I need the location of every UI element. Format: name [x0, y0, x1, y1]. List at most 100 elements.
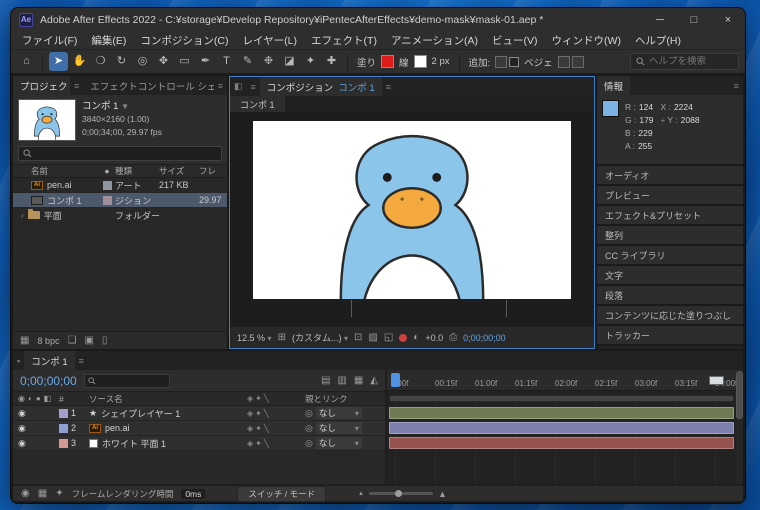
panel-tracker[interactable]: トラッカー — [597, 326, 743, 344]
menu-item-file[interactable]: ファイル(F) — [15, 33, 84, 48]
track-lanes[interactable] — [387, 391, 736, 484]
show-channel-icon[interactable] — [399, 334, 407, 342]
composition-canvas[interactable] — [253, 121, 571, 299]
panel-menu-icon[interactable]: ≡ — [75, 356, 88, 366]
project-row-folder[interactable]: ›平面 フォルダー — [13, 208, 227, 223]
layer-switches[interactable]: ◈✦╲ — [247, 439, 305, 448]
menu-item-layer[interactable]: レイヤー(L) — [236, 33, 305, 48]
new-composition-icon[interactable]: ▣ — [84, 335, 93, 346]
roto-brush-tool-icon[interactable]: ✦ — [301, 52, 320, 71]
menu-item-view[interactable]: ビュー(V) — [485, 33, 545, 48]
mask-option-icon[interactable] — [558, 56, 570, 68]
label-color-chip[interactable] — [103, 181, 112, 190]
panel-menu-icon[interactable]: ≡ — [730, 81, 743, 91]
project-row-comp-1[interactable]: コンポ 1 ジション 29.97 — [13, 193, 227, 208]
layer-color-chip[interactable] — [59, 424, 68, 433]
layer-bar-pen-ai[interactable] — [389, 422, 734, 434]
clone-stamp-tool-icon[interactable]: ❉ — [259, 52, 278, 71]
resolution-dropdown[interactable]: (カスタム...) ▾ — [292, 331, 348, 344]
transparency-grid-icon[interactable]: ▨ — [368, 332, 377, 343]
add-option-icon[interactable] — [495, 56, 507, 68]
expander-icon[interactable]: › — [21, 211, 24, 220]
home-tool-icon[interactable]: ⌂ — [17, 52, 36, 71]
menu-item-window[interactable]: ウィンドウ(W) — [545, 33, 628, 48]
pen-tool-icon[interactable]: ✒ — [196, 52, 215, 71]
layer-row-shape[interactable]: ◉ 1 ★シェイプレイヤー 1 ◈✦╲ ◎ なし▾ — [13, 406, 385, 421]
project-table-header[interactable]: 名前 ● 種類 サイズ フレ — [13, 164, 227, 178]
render-status-icon[interactable]: ◉ — [21, 488, 30, 499]
timeline-vertical-scrollbar[interactable] — [736, 370, 743, 484]
zoom-tool-icon[interactable]: ❍ — [91, 52, 110, 71]
menu-item-composition[interactable]: コンポジション(C) — [133, 33, 235, 48]
layer-bar-shape[interactable] — [389, 407, 734, 419]
tab-effect-controls[interactable]: エフェクトコントロール シェイプ» — [83, 76, 214, 95]
hand-tool-icon[interactable]: ✋ — [70, 52, 89, 71]
project-bpc[interactable]: 8 bpc — [37, 336, 59, 346]
pan-behind-tool-icon[interactable]: ✥ — [154, 52, 173, 71]
comp-marker-bin[interactable] — [709, 376, 724, 385]
panel-menu-icon[interactable]: ≡ — [247, 82, 260, 92]
panel-character[interactable]: 文字 — [597, 266, 743, 284]
timeline-zoom-control[interactable]: ▲ ▲ — [358, 489, 447, 499]
zoom-level-dropdown[interactable]: 12.5 % ▾ — [237, 333, 272, 343]
frame-blending-icon[interactable]: ▦ — [354, 375, 363, 386]
work-area-bar[interactable] — [389, 395, 734, 402]
layer-switches[interactable]: ◈✦╲ — [247, 409, 305, 418]
viewer-tab-comp-1[interactable]: コンポ 1 — [230, 96, 285, 112]
help-search-input[interactable] — [649, 56, 733, 67]
composition-viewer[interactable] — [230, 112, 594, 326]
minimize-button[interactable]: ─ — [643, 8, 677, 31]
brush-tool-icon[interactable]: ✎ — [238, 52, 257, 71]
selected-item-name[interactable]: コンポ 1 ▼ — [82, 100, 162, 113]
panel-effects-presets[interactable]: エフェクト&プリセット — [597, 206, 743, 224]
zoom-slider[interactable] — [369, 492, 433, 495]
timeline-timecode[interactable]: 0;00;00;00 — [20, 374, 77, 388]
shape-tool-icon[interactable]: ▭ — [175, 52, 194, 71]
timeline-tab-comp-1[interactable]: コンポ 1 — [24, 351, 74, 370]
fill-color-swatch[interactable] — [381, 55, 394, 68]
panel-menu-icon[interactable]: ≡ — [214, 81, 227, 91]
zoom-in-mountain-icon[interactable]: ▲ — [438, 489, 447, 499]
timeline-track-area[interactable]: :00f 00:15f 01:00f 01:15f 02:00f 02:15f … — [387, 370, 743, 484]
parent-dropdown[interactable]: なし▾ — [316, 437, 362, 449]
eraser-tool-icon[interactable]: ◪ — [280, 52, 299, 71]
help-search-box[interactable] — [630, 53, 739, 70]
layer-color-chip[interactable] — [59, 439, 68, 448]
panel-audio[interactable]: オーディオ — [597, 166, 743, 184]
trash-icon[interactable]: ▯ — [102, 335, 108, 346]
shape-option-icon[interactable] — [572, 56, 584, 68]
panel-paragraph[interactable]: 段落 — [597, 286, 743, 304]
motion-blur-icon[interactable]: ◭ — [370, 375, 378, 386]
pickwhip-icon[interactable]: ◎ — [305, 438, 313, 449]
region-of-interest-icon[interactable]: ⊡ — [354, 332, 362, 343]
timeline-search-box[interactable] — [84, 374, 170, 388]
interpret-footage-icon[interactable]: ▦ — [20, 335, 29, 346]
performance-icon[interactable]: ▦ — [38, 488, 47, 499]
selection-tool-icon[interactable]: ➤ — [49, 52, 68, 71]
eye-icon[interactable]: ◉ — [18, 408, 26, 419]
stroke-width-value[interactable]: 2 px — [432, 56, 450, 67]
camera-tool-icon[interactable]: ◎ — [133, 52, 152, 71]
panel-cc-libraries[interactable]: CC ライブラリ — [597, 246, 743, 264]
project-search-box[interactable] — [18, 146, 222, 161]
pickwhip-icon[interactable]: ◎ — [305, 423, 313, 434]
switches-modes-button[interactable]: スイッチ / モード — [237, 486, 326, 502]
tab-project[interactable]: プロジェクト — [13, 76, 70, 95]
panel-menu-icon[interactable]: ≡ — [70, 81, 83, 91]
menu-item-edit[interactable]: 編集(E) — [84, 33, 133, 48]
layer-row-pen-ai[interactable]: ◉ 2 Aipen.ai ◈✦╲ ◎ なし▾ — [13, 421, 385, 436]
new-folder-icon[interactable]: ❏ — [67, 335, 76, 346]
mask-visibility-icon[interactable]: ◱ — [384, 332, 393, 343]
panel-preview[interactable]: プレビュー — [597, 186, 743, 204]
eye-icon[interactable]: ◉ — [18, 423, 26, 434]
layer-row-white-solid[interactable]: ◉ 3 ホワイト 平面 1 ◈✦╲ ◎ なし▾ — [13, 436, 385, 451]
zoom-slider-thumb[interactable] — [395, 490, 402, 497]
tab-info[interactable]: 情報 — [597, 76, 630, 95]
parent-dropdown[interactable]: なし▾ — [316, 422, 362, 434]
puppet-pin-tool-icon[interactable]: ✚ — [322, 52, 341, 71]
layer-bar-white-solid[interactable] — [389, 437, 734, 449]
title-bar[interactable]: Ae Adobe After Effects 2022 - C:¥storage… — [11, 8, 745, 31]
label-color-chip[interactable] — [103, 196, 112, 205]
exposure-value[interactable]: +0.0 — [425, 333, 443, 343]
exposure-icon[interactable]: ◐ — [413, 332, 419, 343]
